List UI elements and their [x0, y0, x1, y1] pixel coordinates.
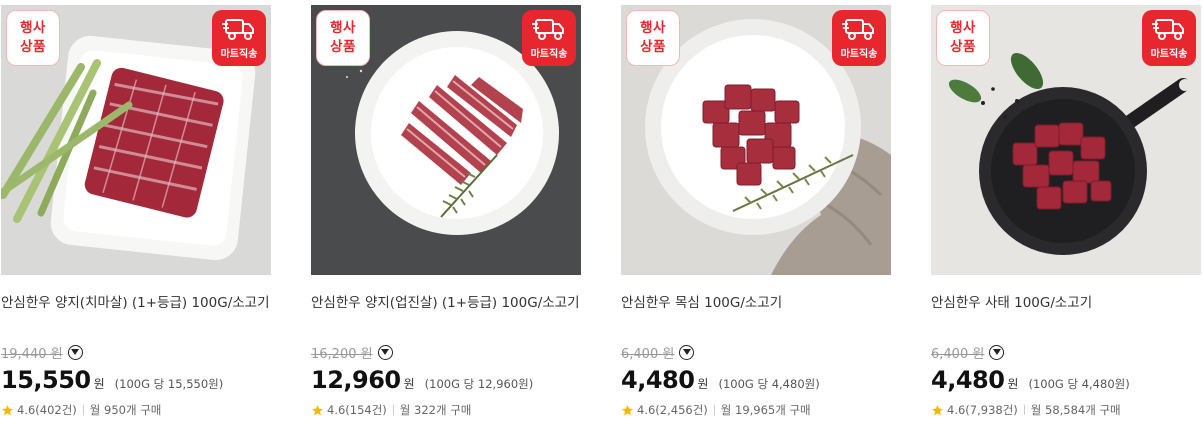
mart-delivery-badge: 마트직송	[832, 10, 886, 66]
product-title[interactable]: 안심한우 사태 100G/소고기	[931, 292, 1201, 338]
truck-icon	[532, 18, 564, 40]
divider	[713, 405, 715, 415]
star-icon	[932, 404, 943, 415]
price-detail-toggle[interactable]	[679, 344, 695, 360]
product-grid: 행사 상품 마트직송 안심한우 양지(치마살) (1+등급) 100G/소고기 …	[0, 0, 1203, 439]
chevron-down-icon	[71, 349, 80, 355]
product-card: 행사 상품 마트직송 안심한우 양지(치마살) (1+등급) 100G/소고기 …	[1, 5, 271, 418]
event-badge: 행사 상품	[6, 10, 60, 66]
product-image[interactable]: 행사 상품 마트직송	[1, 5, 271, 275]
rating[interactable]: 4.6(2,456건)	[637, 402, 708, 418]
divider	[1023, 405, 1025, 415]
price-detail-toggle[interactable]	[989, 344, 1005, 360]
product-image[interactable]: 행사 상품 마트직송	[311, 5, 581, 275]
monthly-purchases: 월 322개 구매	[399, 403, 472, 417]
product-title[interactable]: 안심한우 목심 100G/소고기	[621, 292, 891, 338]
original-price: 16,200 원	[311, 346, 373, 362]
product-card: 행사 상품 마트직송 안심한우 양지(업진살) (1+등급) 100G/소고기 …	[311, 5, 581, 418]
truck-icon	[842, 18, 874, 40]
product-image[interactable]: 행사 상품 마트직송	[621, 5, 891, 275]
rating[interactable]: 4.6(402건)	[17, 402, 77, 418]
truck-icon	[1152, 18, 1184, 40]
original-price: 19,440 원	[1, 346, 63, 362]
unit-price: (100G 당 15,550원)	[114, 377, 224, 391]
sale-price: 15,550	[1, 366, 91, 394]
unit-price: (100G 당 4,480원)	[1028, 377, 1130, 391]
truck-icon	[222, 18, 254, 40]
unit-price: (100G 당 12,960원)	[424, 377, 534, 391]
currency-label: 원	[403, 377, 415, 391]
mart-delivery-badge: 마트직송	[1142, 10, 1196, 66]
event-badge: 행사 상품	[936, 10, 990, 66]
monthly-purchases: 월 19,965개 구매	[720, 403, 811, 417]
chevron-down-icon	[381, 349, 390, 355]
mart-delivery-badge: 마트직송	[212, 10, 266, 66]
product-title[interactable]: 안심한우 양지(치마살) (1+등급) 100G/소고기	[1, 292, 271, 338]
star-icon	[312, 404, 323, 415]
currency-label: 원	[697, 377, 709, 391]
chevron-down-icon	[682, 349, 691, 355]
product-card: 행사 상품 마트직송 안심한우 목심 100G/소고기 6,400 원 4,48…	[621, 5, 891, 418]
divider	[82, 405, 84, 415]
currency-label: 원	[93, 377, 105, 391]
event-badge: 행사 상품	[626, 10, 680, 66]
sale-price: 4,480	[621, 366, 695, 394]
chevron-down-icon	[992, 349, 1001, 355]
price-detail-toggle[interactable]	[67, 344, 83, 360]
product-card: 행사 상품 마트직송 안심한우 사태 100G/소고기 6,400 원 4,48…	[931, 5, 1201, 418]
original-price: 6,400 원	[931, 346, 985, 362]
star-icon	[622, 404, 633, 415]
mart-delivery-badge: 마트직송	[522, 10, 576, 66]
unit-price: (100G 당 4,480원)	[718, 377, 820, 391]
monthly-purchases: 월 58,584개 구매	[1030, 403, 1121, 417]
sale-price: 4,480	[931, 366, 1005, 394]
event-badge: 행사 상품	[316, 10, 370, 66]
divider	[392, 405, 394, 415]
product-image[interactable]: 행사 상품 마트직송	[931, 5, 1201, 275]
monthly-purchases: 월 950개 구매	[89, 403, 162, 417]
currency-label: 원	[1007, 377, 1019, 391]
rating[interactable]: 4.6(154건)	[327, 402, 387, 418]
sale-price: 12,960	[311, 366, 401, 394]
product-title[interactable]: 안심한우 양지(업진살) (1+등급) 100G/소고기	[311, 292, 581, 338]
star-icon	[2, 404, 13, 415]
rating[interactable]: 4.6(7,938건)	[947, 402, 1018, 418]
price-detail-toggle[interactable]	[377, 344, 393, 360]
original-price: 6,400 원	[621, 346, 675, 362]
